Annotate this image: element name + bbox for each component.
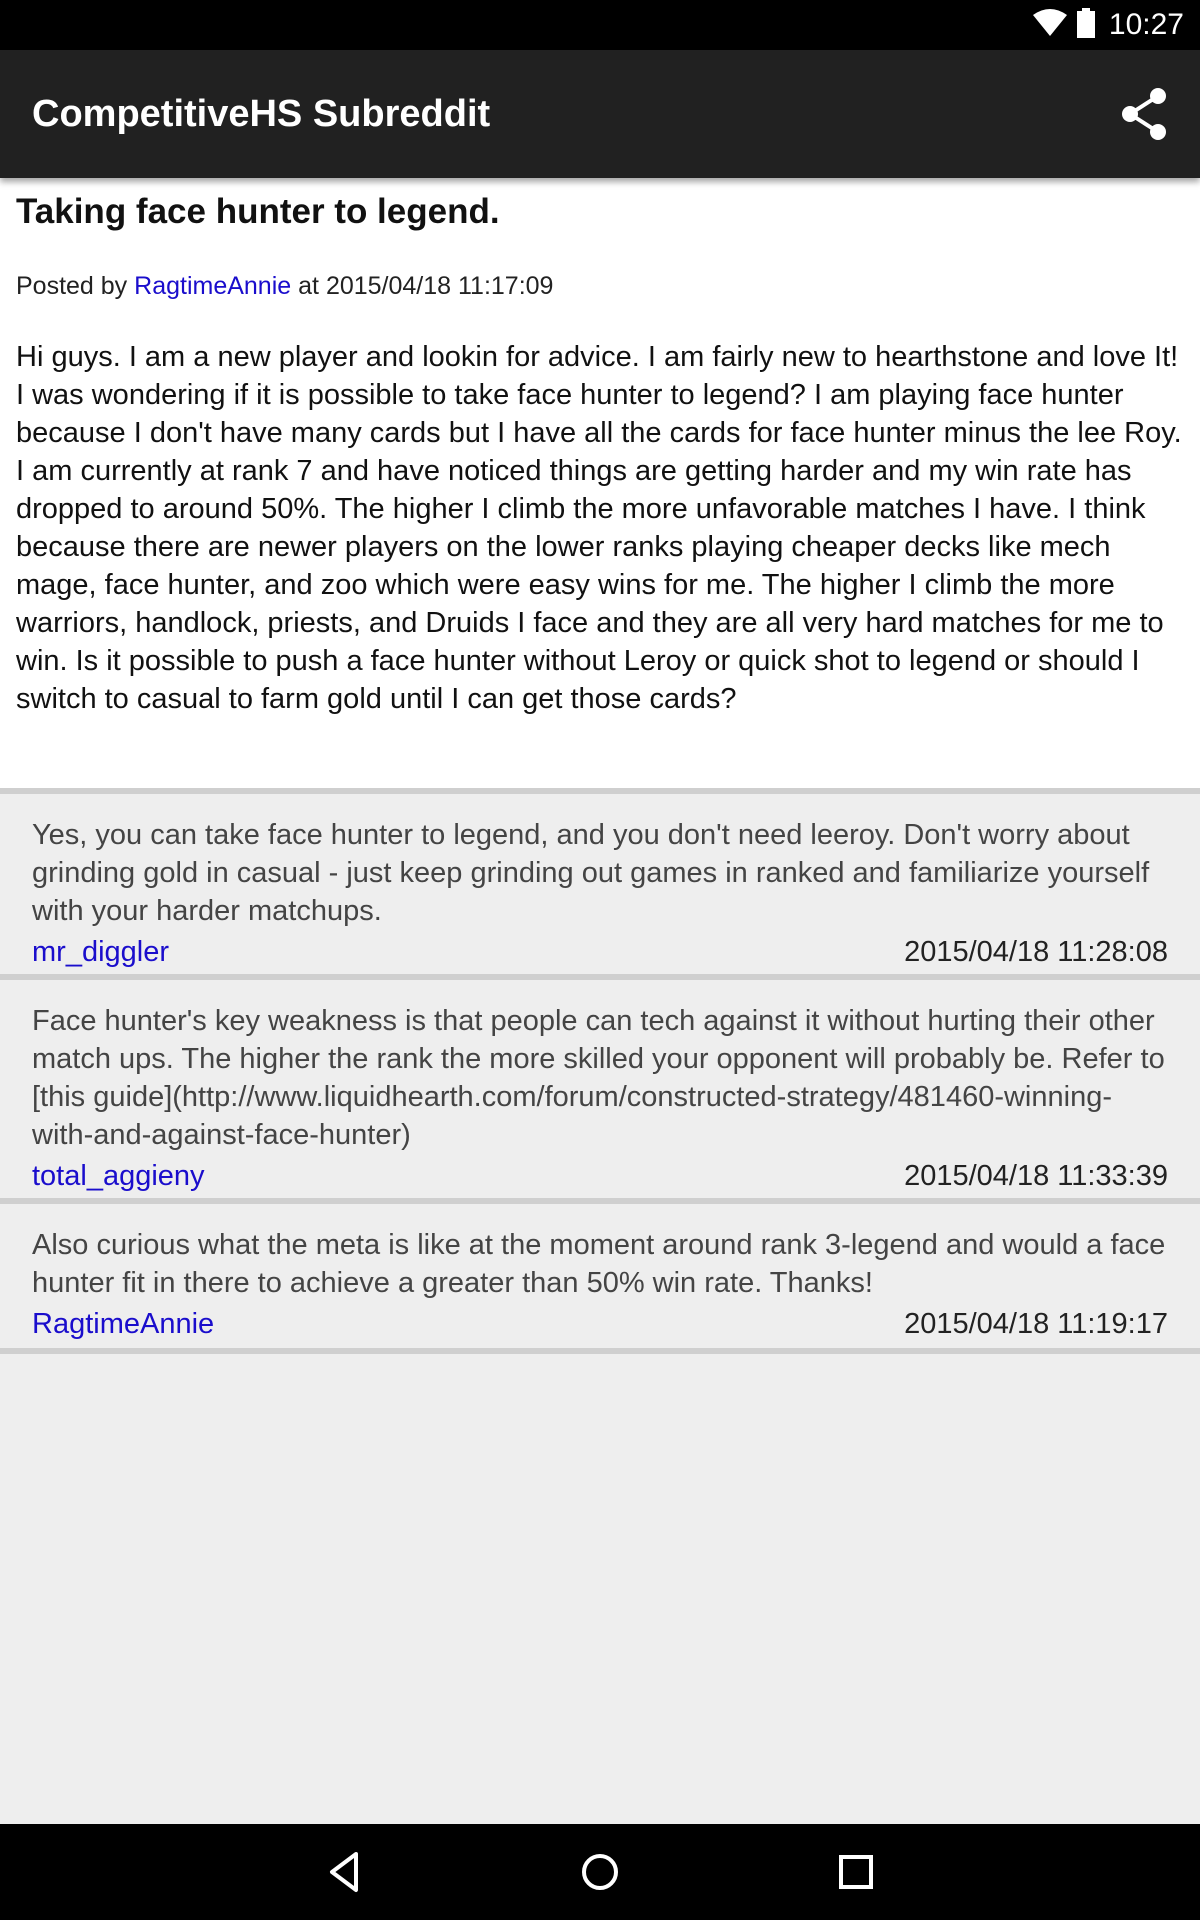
home-icon	[582, 1854, 618, 1890]
comment-item[interactable]: Face hunter's key weakness is that peopl…	[0, 980, 1200, 1204]
navigation-bar	[0, 1824, 1200, 1920]
post-card: Taking face hunter to legend. Posted by …	[0, 178, 1200, 788]
status-bar: 10:27	[0, 0, 1200, 50]
comment-author-link[interactable]: RagtimeAnnie	[32, 1308, 214, 1341]
recents-button[interactable]	[832, 1848, 880, 1896]
back-icon	[330, 1852, 358, 1892]
comment-item[interactable]: Also curious what the meta is like at th…	[0, 1204, 1200, 1354]
post-author-link[interactable]: RagtimeAnnie	[134, 272, 291, 300]
recents-icon	[839, 1855, 873, 1889]
status-icons: 10:27	[1032, 0, 1184, 50]
post-meta: Posted by RagtimeAnnie at 2015/04/18 11:…	[16, 272, 553, 301]
comment-text: Yes, you can take face hunter to legend,…	[32, 819, 1150, 927]
comment-author-link[interactable]: mr_diggler	[32, 936, 169, 969]
post-title: Taking face hunter to legend.	[16, 192, 500, 231]
comment-timestamp: 2015/04/18 11:33:39	[904, 1160, 1168, 1192]
status-clock: 10:27	[1108, 8, 1184, 41]
comment-timestamp: 2015/04/18 11:28:08	[904, 936, 1168, 968]
back-button[interactable]	[320, 1848, 368, 1896]
posted-by-label: Posted by	[16, 272, 128, 300]
home-button[interactable]	[576, 1848, 624, 1896]
at-label: at	[298, 272, 319, 300]
comment-item[interactable]: Yes, you can take face hunter to legend,…	[0, 794, 1200, 980]
share-icon	[1122, 88, 1166, 140]
comment-text: Also curious what the meta is like at th…	[32, 1229, 1166, 1299]
comment-author-link[interactable]: total_aggieny	[32, 1160, 205, 1193]
app-bar: CompetitiveHS Subreddit	[0, 50, 1200, 178]
app-title: CompetitiveHS Subreddit	[32, 93, 491, 135]
wifi-icon	[1032, 8, 1067, 42]
post-body: Hi guys. I am a new player and lookin fo…	[16, 341, 1182, 715]
post-timestamp: 2015/04/18 11:17:09	[325, 272, 554, 300]
comment-text: Face hunter's key weakness is that peopl…	[32, 1005, 1165, 1151]
comment-timestamp: 2015/04/18 11:19:17	[904, 1308, 1168, 1340]
share-button[interactable]	[1116, 86, 1172, 142]
battery-icon	[1076, 7, 1095, 43]
